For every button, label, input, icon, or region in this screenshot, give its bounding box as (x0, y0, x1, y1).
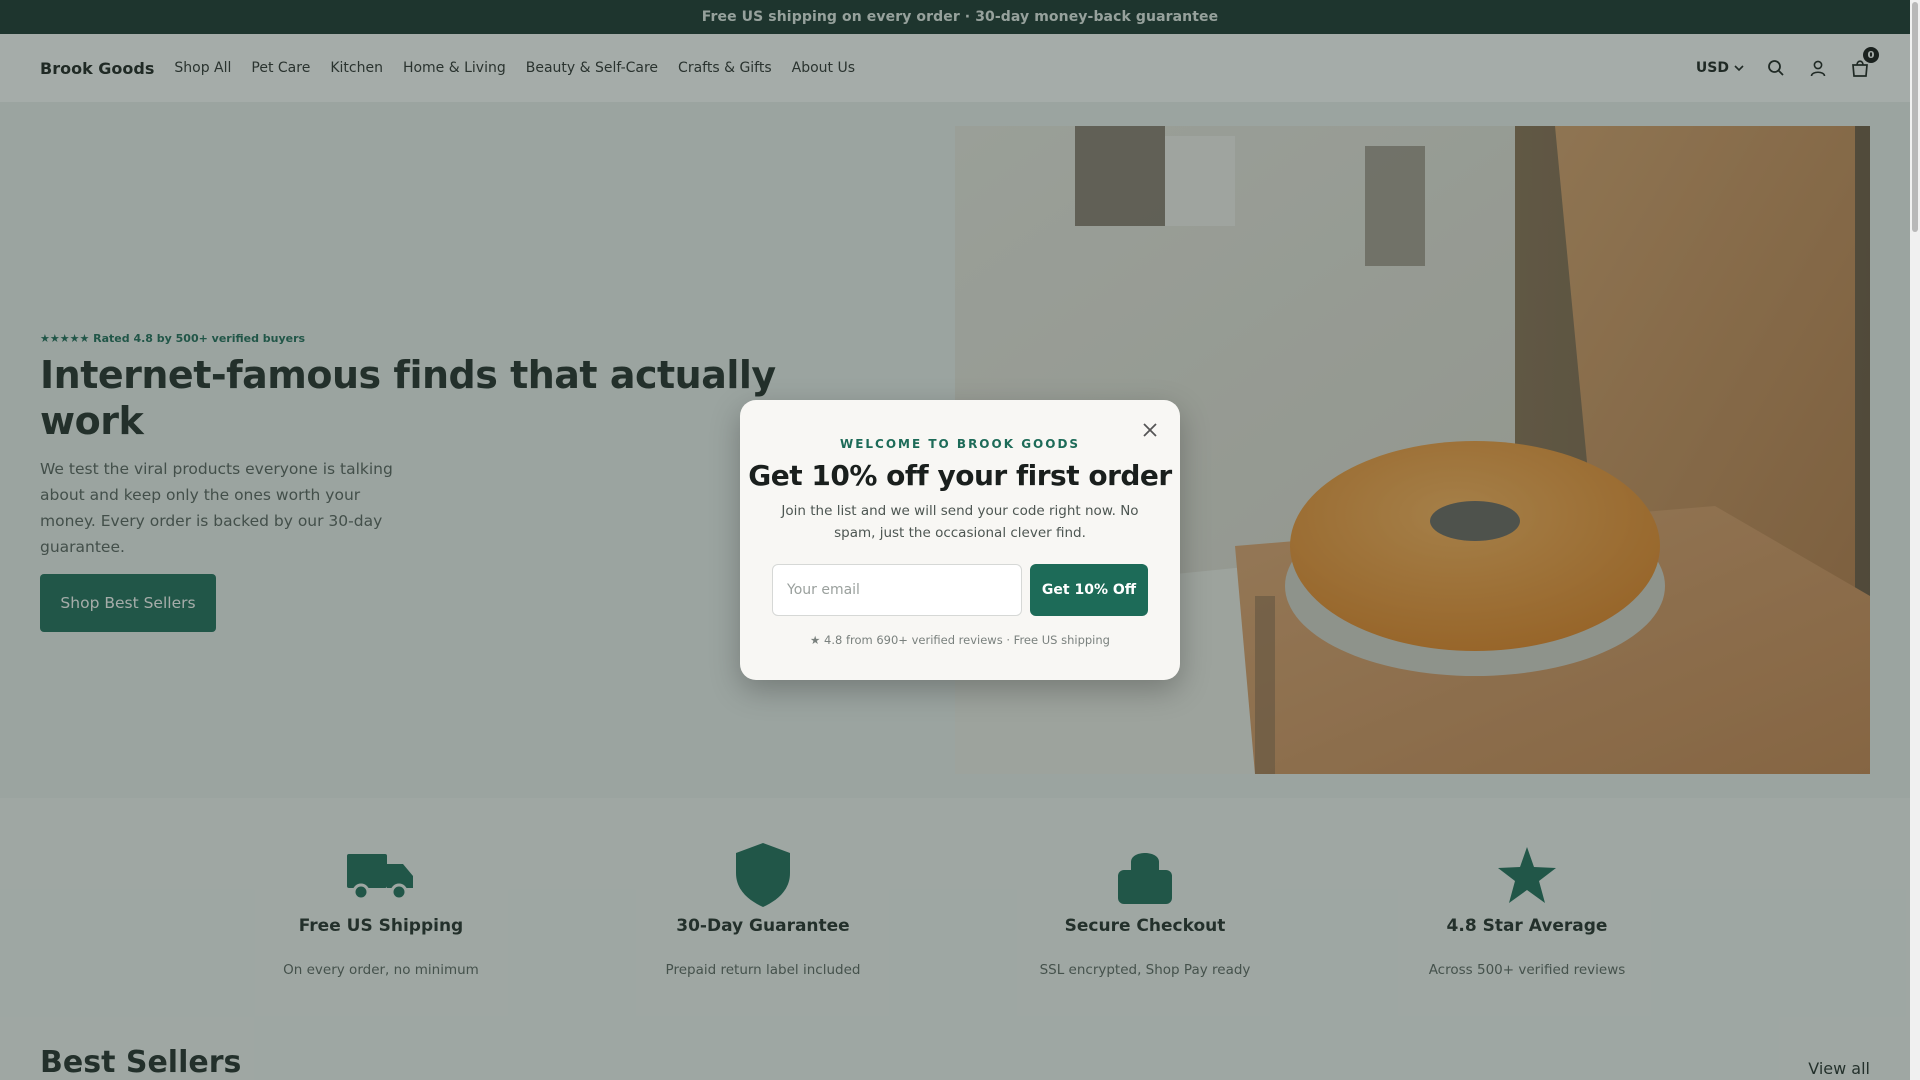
discount-popup: WELCOME TO BROOK GOODS Get 10% off your … (740, 400, 1180, 680)
popup-subtitle: Join the list and we will send your code… (781, 503, 1139, 541)
popup-footer: ★ 4.8 from 690+ verified reviews · Free … (810, 633, 1110, 647)
close-icon[interactable] (1140, 420, 1160, 440)
popup-title: Get 10% off your first order (748, 459, 1172, 492)
scrollbar-thumb[interactable] (1912, 2, 1918, 232)
popup-form: Get 10% Off (772, 564, 1148, 616)
page-scrollbar[interactable] (1910, 0, 1920, 1080)
get-discount-button[interactable]: Get 10% Off (1030, 564, 1148, 616)
email-input[interactable] (772, 564, 1022, 616)
popup-kicker: WELCOME TO BROOK GOODS (839, 437, 1081, 451)
